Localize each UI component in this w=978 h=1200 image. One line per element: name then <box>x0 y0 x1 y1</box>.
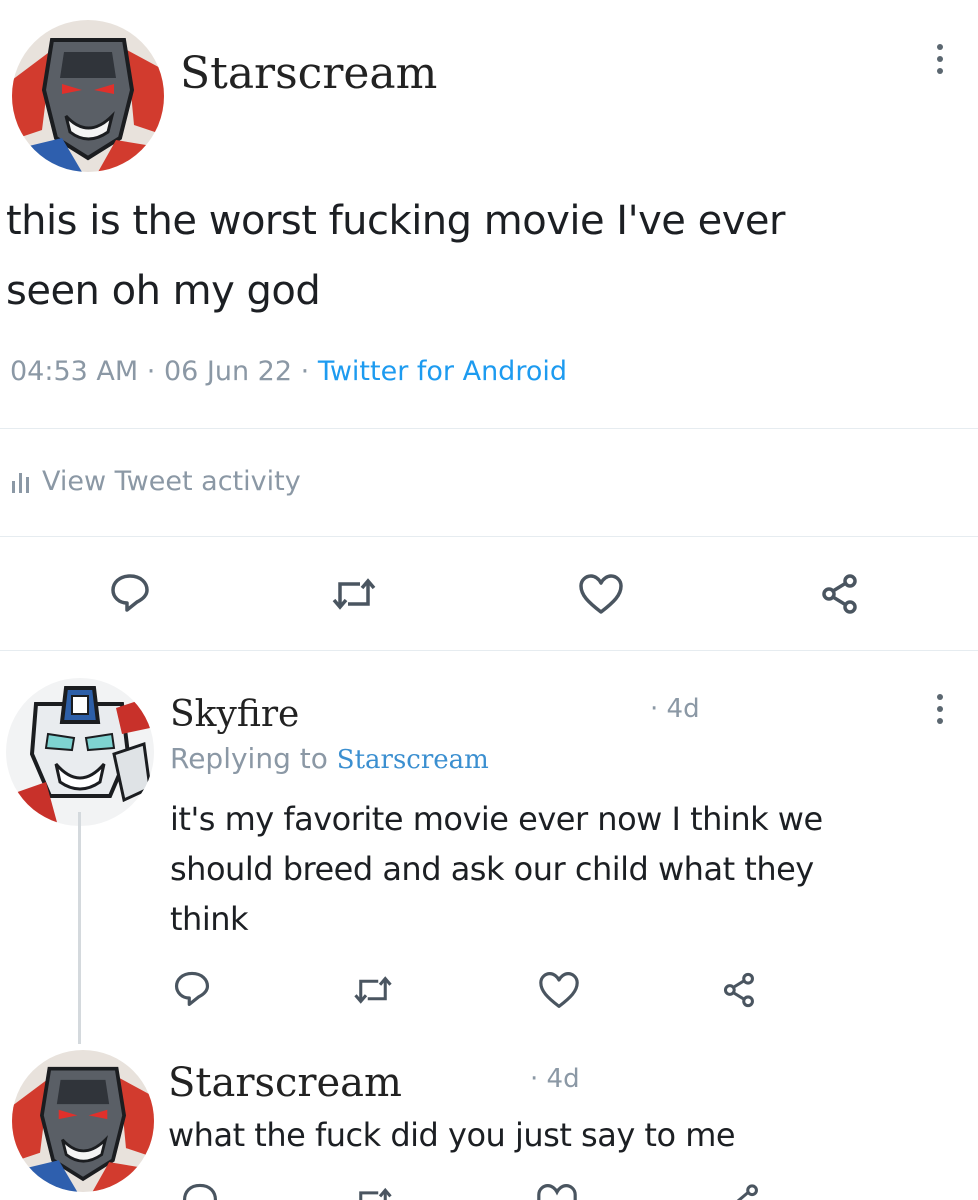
skyfire-avatar[interactable] <box>6 678 154 826</box>
starscream-face-icon <box>12 20 164 172</box>
share-icon[interactable] <box>726 1182 766 1200</box>
reply-icon[interactable] <box>180 1180 220 1200</box>
tweet-text-line-2: seen oh my god <box>6 268 321 314</box>
meta-separator: · <box>530 1064 539 1094</box>
tweet-source-link[interactable]: Twitter for Android <box>318 356 567 387</box>
reply-age-value: 4d <box>546 1064 580 1094</box>
like-icon[interactable] <box>578 572 624 616</box>
reply-icon[interactable] <box>108 570 152 614</box>
like-icon[interactable] <box>538 970 580 1010</box>
view-tweet-activity-link[interactable]: View Tweet activity <box>12 466 301 497</box>
starscream-avatar[interactable] <box>12 20 164 172</box>
retweet-icon[interactable] <box>330 572 378 616</box>
divider <box>0 428 978 429</box>
share-icon[interactable] <box>722 970 762 1010</box>
tweet-date: 06 Jun 22 <box>163 356 293 387</box>
share-icon[interactable] <box>820 572 866 616</box>
reply-author-name[interactable]: Skyfire <box>170 694 299 735</box>
replying-to: Replying to Starscream <box>170 742 489 775</box>
replying-to-handle[interactable]: Starscream <box>337 745 489 775</box>
reply-text-line-1: what the fuck did you just say to me <box>168 1116 736 1154</box>
skyfire-face-icon <box>6 678 154 826</box>
meta-separator: · <box>146 356 156 387</box>
reply-text-line-1: it's my favorite movie ever now I think … <box>170 800 823 838</box>
reply-age: · 4d <box>530 1064 580 1094</box>
tweet-text-line-1: this is the worst fucking movie I've eve… <box>6 198 785 244</box>
more-vertical-icon[interactable] <box>934 694 946 724</box>
reply-age: · 4d <box>650 694 700 724</box>
more-vertical-icon[interactable] <box>934 44 946 74</box>
starscream-face-icon <box>12 1050 154 1192</box>
tweet-meta: 04:53 AM · 06 Jun 22 · Twitter for Andro… <box>10 356 567 387</box>
reply-text-line-3: think <box>170 900 249 938</box>
divider <box>0 536 978 537</box>
reply-text-line-2: should breed and ask our child what they <box>170 850 814 888</box>
starscream-avatar[interactable] <box>12 1050 154 1192</box>
replying-to-label: Replying to <box>170 742 328 775</box>
reply-author-name[interactable]: Starscream <box>168 1060 402 1106</box>
meta-separator: · <box>650 694 659 724</box>
activity-label: View Tweet activity <box>42 466 301 497</box>
tweet-author-name[interactable]: Starscream <box>180 48 437 99</box>
thread-connector-line <box>78 812 81 1044</box>
meta-separator: · <box>300 356 310 387</box>
tweet-time: 04:53 AM <box>10 356 139 387</box>
divider <box>0 650 978 651</box>
retweet-icon[interactable] <box>352 970 394 1010</box>
like-icon[interactable] <box>536 1182 578 1200</box>
tweet-thread-page: Starscream this is the worst fucking mov… <box>0 0 978 1200</box>
reply-icon[interactable] <box>172 968 212 1008</box>
retweet-icon[interactable] <box>352 1182 394 1200</box>
reply-age-value: 4d <box>666 694 700 724</box>
activity-bars-icon <box>12 472 29 493</box>
